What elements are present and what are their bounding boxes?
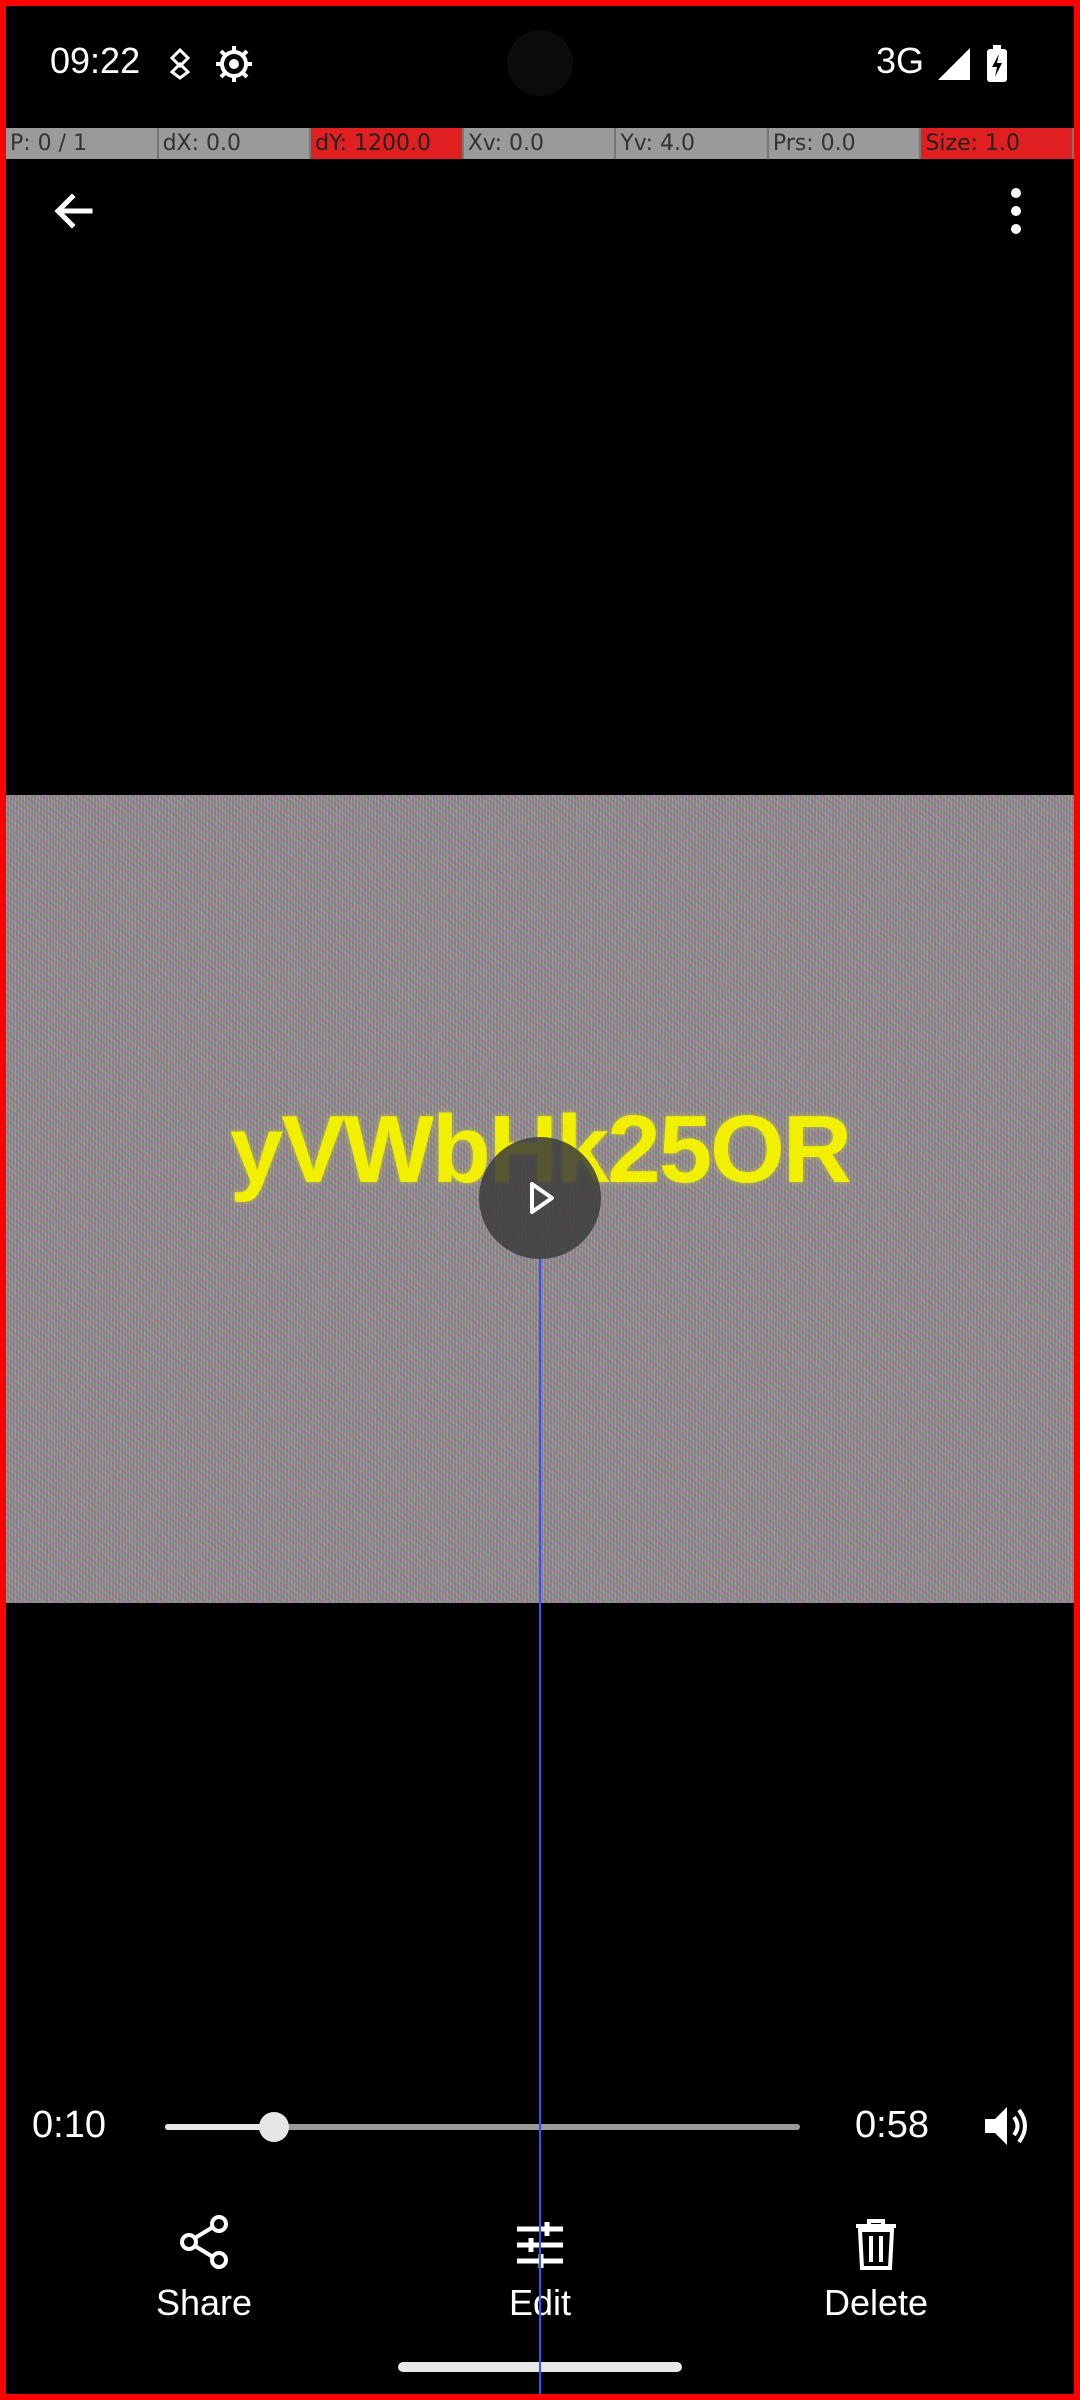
- duration-time: 0:58: [855, 2104, 929, 2146]
- usb-debug-icon: [160, 44, 200, 84]
- pointer-pressure: Prs: 0.0: [768, 128, 922, 159]
- more-options-button[interactable]: [976, 171, 1056, 251]
- progress-track[interactable]: [165, 2112, 800, 2142]
- delete-label: Delete: [823, 2282, 929, 2323]
- play-button[interactable]: [479, 1137, 601, 1259]
- share-button[interactable]: Share: [104, 2200, 304, 2324]
- volume-icon: [985, 2107, 1027, 2145]
- back-button[interactable]: [34, 171, 114, 251]
- back-arrow-icon: [54, 193, 93, 229]
- progress-thumb[interactable]: [259, 2112, 290, 2142]
- status-bar: 09:22 3G: [0, 0, 1080, 128]
- pointer-xv: Xv: 0.0: [463, 128, 617, 159]
- pointer-size: Size: 1.0: [921, 128, 1075, 159]
- delete-icon: [856, 2219, 896, 2270]
- pointer-location-bar: P: 0 / 1 dX: 0.0 dY: 1200.0 Xv: 0.0 Yv: …: [6, 128, 1075, 159]
- status-time: 09:22: [50, 40, 141, 81]
- progress-fill: [165, 2124, 275, 2130]
- top-toolbar: [0, 159, 1080, 269]
- more-vert-icon: [1011, 188, 1021, 234]
- camera-cutout: [507, 30, 573, 96]
- volume-button[interactable]: [966, 2086, 1046, 2166]
- touch-trace-line: [539, 1259, 541, 2400]
- share-icon: [180, 2215, 228, 2269]
- battery-charging-icon: [984, 44, 1024, 84]
- pointer-dy: dY: 1200.0: [311, 128, 464, 159]
- pointer-count: P: 0 / 1: [6, 128, 159, 159]
- elapsed-time: 0:10: [32, 2104, 106, 2146]
- delete-button[interactable]: Delete: [776, 2200, 976, 2324]
- pointer-dx: dX: 0.0: [158, 128, 312, 159]
- pointer-yv: Yv: 4.0: [616, 128, 769, 159]
- share-label: Share: [155, 2282, 253, 2323]
- gear-icon: [214, 44, 254, 84]
- play-icon: [530, 1182, 554, 1214]
- signal-icon: [934, 44, 974, 84]
- network-type: 3G: [876, 40, 925, 81]
